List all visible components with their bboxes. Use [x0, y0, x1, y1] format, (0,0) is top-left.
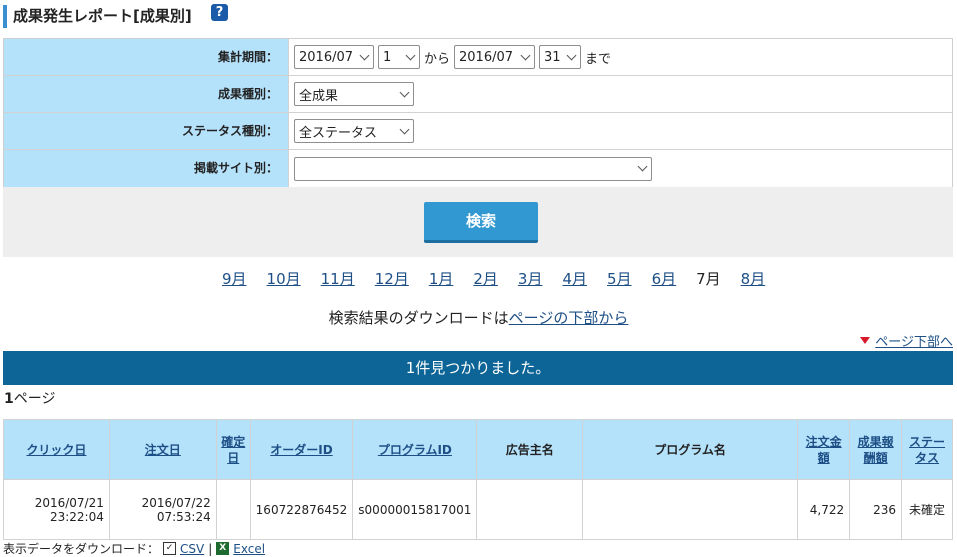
month-link[interactable]: 6月 — [652, 268, 677, 289]
until-text: まで — [585, 51, 612, 67]
start-day-select[interactable]: 1 — [378, 45, 420, 69]
from-text: から — [424, 51, 451, 67]
table-row: 2016/07/21 23:22:04 2016/07/22 07:53:24 16… — [3, 479, 953, 540]
month-link[interactable]: 12月 — [375, 268, 409, 289]
excel-link[interactable]: Excel — [233, 542, 265, 556]
chevron-down-icon — [399, 124, 410, 134]
filter-form: 集計期間： 2016/07 1 から 2016/07 31 まで 成果種別： 全… — [3, 38, 953, 188]
type-label: 成果種別： — [4, 76, 289, 112]
title-accent-bar — [3, 5, 7, 28]
col-amount[interactable]: 注文金額 — [797, 419, 851, 480]
month-link[interactable]: 10月 — [267, 268, 301, 289]
chevron-down-icon — [399, 87, 410, 97]
period-label: 集計期間： — [4, 39, 289, 75]
status-label: ステータス種別： — [4, 113, 289, 149]
cell-order-date: 2016/07/22 07:53:24 — [108, 479, 217, 540]
csv-link[interactable]: CSV — [180, 542, 204, 556]
site-row: 掲載サイト別： — [4, 150, 952, 187]
col-status[interactable]: ステータス — [901, 419, 953, 480]
chevron-down-icon — [566, 50, 577, 60]
help-icon[interactable]: ? — [211, 4, 228, 21]
site-label: 掲載サイト別： — [4, 150, 289, 187]
cell-amount: 4,722 — [797, 479, 851, 540]
results-table: クリック日 注文日 確定日 オーダーID プログラムID 広告主名 プログラム名… — [3, 419, 953, 540]
to-bottom-link[interactable]: ページ下部へ — [860, 331, 953, 350]
current-month: 7月 — [696, 270, 721, 288]
result-summary: 1件見つかりました。 — [3, 351, 953, 385]
excel-icon: X — [216, 542, 230, 555]
month-nav: 9月 10月 11月 12月 1月 2月 3月 4月 5月 6月 7月 8月 — [222, 268, 785, 289]
month-link[interactable]: 5月 — [607, 268, 632, 289]
type-row: 成果種別： 全成果 — [4, 76, 952, 113]
col-click-date[interactable]: クリック日 — [3, 419, 110, 480]
cell-status: 未確定 — [901, 479, 953, 540]
end-month-select[interactable]: 2016/07 — [454, 45, 536, 69]
month-link[interactable]: 4月 — [562, 268, 587, 289]
month-link[interactable]: 2月 — [473, 268, 498, 289]
chevron-down-icon — [359, 50, 370, 60]
table-header-row: クリック日 注文日 確定日 オーダーID プログラムID 広告主名 プログラム名… — [3, 419, 953, 480]
start-month-select[interactable]: 2016/07 — [294, 45, 374, 69]
col-program-name: プログラム名 — [582, 419, 799, 480]
col-order-id[interactable]: オーダーID — [249, 419, 354, 480]
search-button[interactable]: 検索 — [424, 202, 538, 243]
status-row: ステータス種別： 全ステータス — [4, 113, 952, 150]
col-program-id[interactable]: プログラムID — [352, 419, 478, 480]
page-indicator: 1ページ — [4, 391, 56, 407]
month-link[interactable]: 8月 — [741, 268, 766, 289]
cell-reward: 236 — [849, 479, 903, 540]
month-link[interactable]: 1月 — [429, 268, 454, 289]
month-link[interactable]: 9月 — [222, 268, 247, 289]
period-row: 集計期間： 2016/07 1 から 2016/07 31 まで — [4, 39, 952, 76]
site-select[interactable] — [294, 156, 652, 181]
col-reward[interactable]: 成果報酬額 — [849, 419, 903, 480]
cell-program-name — [582, 479, 799, 540]
download-anchor-link[interactable]: ページの下部から — [509, 309, 629, 327]
chevron-down-icon — [637, 161, 648, 172]
cell-confirm-date — [215, 479, 251, 540]
download-row: 表示データをダウンロード： ✓ CSV | X Excel — [3, 541, 266, 557]
chevron-down-icon — [520, 50, 531, 60]
status-select[interactable]: 全ステータス — [294, 119, 414, 143]
end-day-select[interactable]: 31 — [539, 45, 582, 69]
csv-icon: ✓ — [163, 542, 177, 555]
col-confirm-date[interactable]: 確定日 — [215, 419, 251, 480]
page-title: 成果発生レポート[成果別] — [13, 7, 192, 25]
triangle-down-icon — [860, 337, 871, 344]
cell-advertiser — [476, 479, 584, 540]
col-advertiser: 広告主名 — [476, 419, 584, 480]
cell-click-date: 2016/07/21 23:22:04 — [3, 479, 110, 540]
download-note: 検索結果のダウンロードはページの下部から — [328, 309, 629, 327]
month-link[interactable]: 3月 — [518, 268, 543, 289]
col-order-date[interactable]: 注文日 — [108, 419, 217, 480]
download-label: 表示データをダウンロード： — [3, 542, 160, 556]
cell-program-id: s00000015817001 — [352, 479, 478, 540]
chevron-down-icon — [405, 50, 416, 60]
cell-order-id: 160722876452 — [249, 479, 354, 540]
type-select[interactable]: 全成果 — [294, 82, 414, 106]
month-link[interactable]: 11月 — [321, 268, 355, 289]
